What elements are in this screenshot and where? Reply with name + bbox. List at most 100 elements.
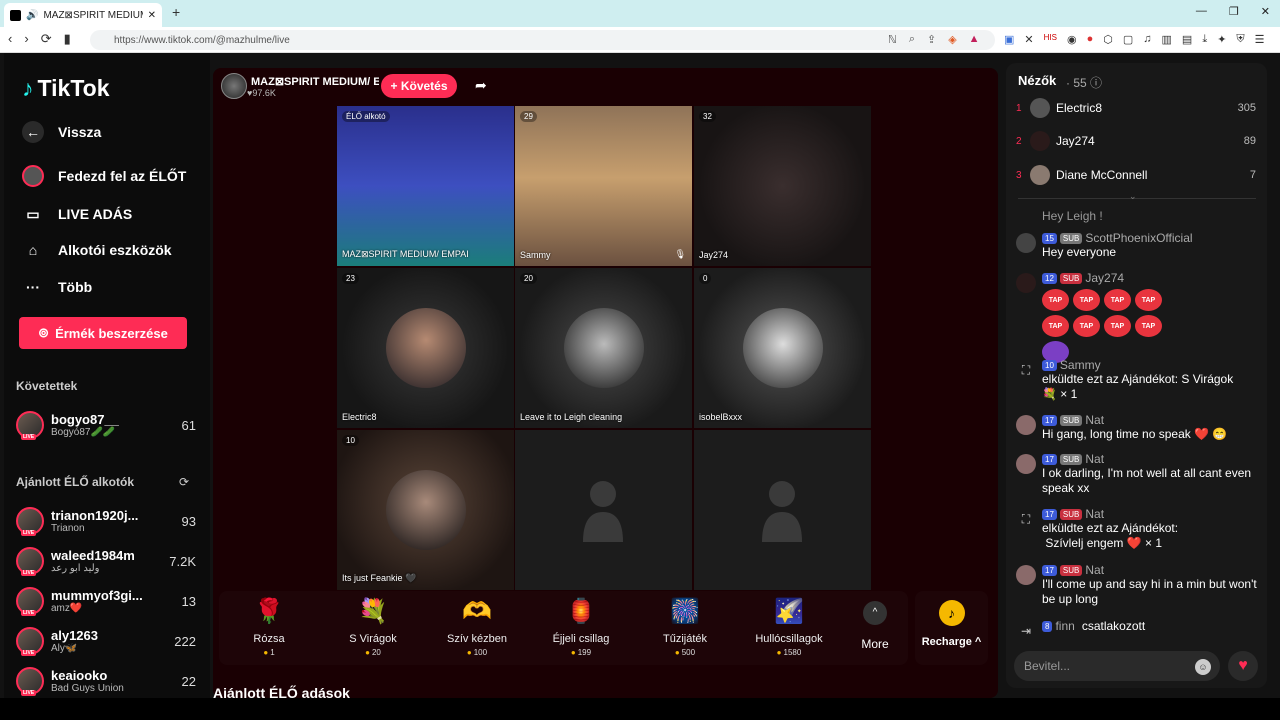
sender-name[interactable]: Nat bbox=[1085, 563, 1104, 577]
extension-his-icon[interactable]: HIS bbox=[1044, 33, 1057, 46]
minimize-icon[interactable]: — bbox=[1196, 5, 1207, 18]
sender-name[interactable]: Sammy bbox=[1060, 358, 1101, 372]
tap-sticker: TAP bbox=[1042, 315, 1069, 337]
info-icon[interactable]: ⓘ bbox=[1090, 76, 1102, 90]
top-viewer[interactable]: 3 Diane McConnell 7 bbox=[1016, 164, 1256, 186]
avatar[interactable] bbox=[1016, 415, 1036, 435]
avatar bbox=[386, 470, 466, 550]
guest-cell[interactable]: 0 isobelBxxx bbox=[694, 268, 871, 428]
gift-shooting-stars[interactable]: 🌠 Hullócsillagok 1580 bbox=[739, 597, 839, 657]
audio-icon[interactable]: 🔊 bbox=[26, 10, 38, 21]
translate-icon[interactable]: ▣ bbox=[1004, 33, 1014, 46]
guest-cell[interactable]: 10 Its just Feankie 🖤 bbox=[337, 430, 514, 590]
url-field[interactable]: https://www.tiktok.com/@mazhulme/live bbox=[90, 30, 995, 50]
gift-fireworks[interactable]: 🎆 Tűzijáték 500 bbox=[635, 597, 735, 657]
bookmark-icon[interactable]: ▮ bbox=[64, 31, 71, 47]
share-page-icon[interactable]: ⇪ bbox=[927, 33, 936, 46]
extension-circle-icon[interactable]: ◉ bbox=[1067, 33, 1077, 46]
empty-seat[interactable] bbox=[515, 430, 692, 590]
zoom-icon[interactable]: ⌕ bbox=[909, 33, 915, 46]
recommended-item[interactable]: LIVE trianon1920j... Trianon 93 bbox=[16, 504, 196, 538]
no-translate-icon[interactable]: ℕ bbox=[888, 33, 897, 46]
guest-cell[interactable]: ÉLŐ alkotó MAZ⊠SPIRIT MEDIUM/ EMPAI bbox=[337, 106, 514, 266]
recommended-item[interactable]: LIVE keaiooko Bad Guys Union 22 bbox=[16, 664, 196, 698]
like-heart-button[interactable]: ♥ bbox=[1228, 651, 1258, 681]
avatar[interactable] bbox=[221, 73, 247, 99]
chevron-down-icon[interactable]: ⌄ bbox=[1129, 191, 1137, 202]
refresh-icon[interactable]: ⟳ bbox=[179, 475, 189, 489]
new-tab-button[interactable]: + bbox=[172, 4, 180, 20]
sender-name[interactable]: Nat bbox=[1085, 413, 1104, 427]
following-item[interactable]: LIVE bogyo87__ Bogyó87🥒🥒 61 bbox=[16, 408, 196, 442]
restore-icon[interactable]: ❐ bbox=[1229, 5, 1239, 18]
gift-price: 500 bbox=[635, 648, 735, 657]
more-gifts-button[interactable]: ^ More bbox=[853, 601, 897, 651]
empty-seat[interactable] bbox=[694, 430, 871, 590]
follow-button[interactable]: + Követés bbox=[381, 74, 457, 98]
sender-name[interactable]: Jay274 bbox=[1085, 271, 1124, 285]
gift-price: 1 bbox=[219, 648, 319, 657]
reload-icon[interactable]: ⟳ bbox=[41, 31, 52, 47]
sender-name[interactable]: ScottPhoenixOfficial bbox=[1085, 231, 1192, 245]
get-coins-button[interactable]: ⊚ Érmék beszerzése bbox=[19, 317, 187, 349]
gift-flowers[interactable]: 💐 S Virágok 20 bbox=[323, 597, 423, 657]
ai-icon[interactable]: ✦ bbox=[1217, 33, 1226, 46]
top-viewer[interactable]: 2 Jay274 89 bbox=[1016, 130, 1256, 152]
close-tab-icon[interactable]: ✕ bbox=[148, 10, 156, 21]
back-icon[interactable]: ‹ bbox=[8, 31, 12, 47]
music-icon[interactable]: ♫ bbox=[1143, 33, 1151, 46]
guest-name: Leave it to Leigh cleaning bbox=[520, 412, 623, 422]
vpn-icon[interactable]: ⛨ bbox=[1236, 33, 1244, 46]
wallet-icon[interactable]: ▤ bbox=[1182, 33, 1192, 46]
gift-night-star[interactable]: 🏮 Éjjeli csillag 199 bbox=[531, 597, 631, 657]
nav-creator-tools[interactable]: ⌂ Alkotói eszközök bbox=[22, 239, 172, 261]
sidebar-icon[interactable]: ▥ bbox=[1162, 33, 1172, 46]
guest-cell[interactable]: 29 Sammy 🎙 bbox=[515, 106, 692, 266]
download-icon[interactable]: ⤓ bbox=[1202, 33, 1207, 46]
nav-live[interactable]: ▭ LIVE ADÁS bbox=[22, 203, 132, 225]
guest-cell[interactable]: 32 Jay274 bbox=[694, 106, 871, 266]
rewards-icon[interactable]: ▲ bbox=[969, 33, 980, 46]
avatar[interactable] bbox=[1016, 454, 1036, 474]
tiktok-logo[interactable]: ♪ TikTok bbox=[22, 75, 110, 102]
sender-name[interactable]: finn bbox=[1055, 619, 1074, 633]
avatar[interactable] bbox=[1016, 565, 1036, 585]
guest-cell[interactable]: 23 Electric8 bbox=[337, 268, 514, 428]
emoji-icon[interactable]: ☺ bbox=[1195, 659, 1211, 675]
extension-puzzle-icon[interactable]: ⬡ bbox=[1103, 33, 1113, 46]
user-name: mummyof3gi... bbox=[51, 588, 143, 603]
gift-heart-hands[interactable]: 🫶 Szív kézben 100 bbox=[427, 597, 527, 657]
chat-input[interactable]: Bevitel... bbox=[1014, 651, 1220, 681]
avatar[interactable] bbox=[1016, 273, 1036, 293]
gift-name: Szívlelj engem bbox=[1045, 536, 1124, 550]
sender-name[interactable]: Nat bbox=[1085, 507, 1104, 521]
recommended-item[interactable]: LIVE waleed1984m وليد ابو رعد 7.2K bbox=[16, 544, 196, 578]
chat-message: 15 SUB ScottPhoenixOfficial Hey everyone bbox=[1016, 231, 1261, 260]
host-likes: ♥97.6K bbox=[247, 87, 276, 98]
user-nickname: Bad Guys Union bbox=[51, 683, 124, 694]
recharge-button[interactable]: ♪ Recharge ^ bbox=[915, 591, 988, 665]
guest-cell[interactable]: 20 Leave it to Leigh cleaning bbox=[515, 268, 692, 428]
recommended-item[interactable]: LIVE mummyof3gi... amz❤️ 13 bbox=[16, 584, 196, 618]
screenshot-icon[interactable]: ▢ bbox=[1123, 33, 1133, 46]
avatar[interactable] bbox=[1016, 233, 1036, 253]
close-window-icon[interactable]: ✕ bbox=[1261, 5, 1270, 18]
extension-x-icon[interactable]: ✕ bbox=[1024, 33, 1033, 46]
extension-colorful-icon[interactable]: ● bbox=[1087, 33, 1094, 46]
nav-more[interactable]: ··· Több bbox=[22, 276, 92, 298]
forward-icon[interactable]: › bbox=[24, 31, 28, 47]
menu-icon[interactable]: ☰ bbox=[1255, 33, 1265, 46]
left-sidebar: ♪ TikTok ← Vissza Fedezd fel az ÉLŐT ▭ L… bbox=[4, 53, 210, 698]
shield-icon[interactable]: ◈ bbox=[948, 33, 956, 46]
nav-back[interactable]: ← Vissza bbox=[22, 121, 101, 143]
share-icon[interactable]: ➦ bbox=[475, 77, 487, 94]
host-info[interactable]: MAZ⊠SPIRIT MEDIUM/ E... ♥97.6K bbox=[221, 72, 379, 100]
recommended-item[interactable]: LIVE aly1263 Aly🦋 222 bbox=[16, 624, 196, 658]
nav-explore-live[interactable]: Fedezd fel az ÉLŐT bbox=[22, 165, 186, 187]
gift-rose[interactable]: 🌹 Rózsa 1 bbox=[219, 597, 319, 657]
gift-price: 100 bbox=[427, 648, 527, 657]
top-viewer[interactable]: 1 Electric8 305 bbox=[1016, 97, 1256, 119]
chat-message: 17 SUB Nat I'll come up and say hi in a … bbox=[1016, 563, 1261, 607]
browser-tab[interactable]: 🔊 MAZ⊠SPIRIT MEDIUM/ EMPA ✕ bbox=[4, 3, 162, 27]
sender-name[interactable]: Nat bbox=[1085, 452, 1104, 466]
